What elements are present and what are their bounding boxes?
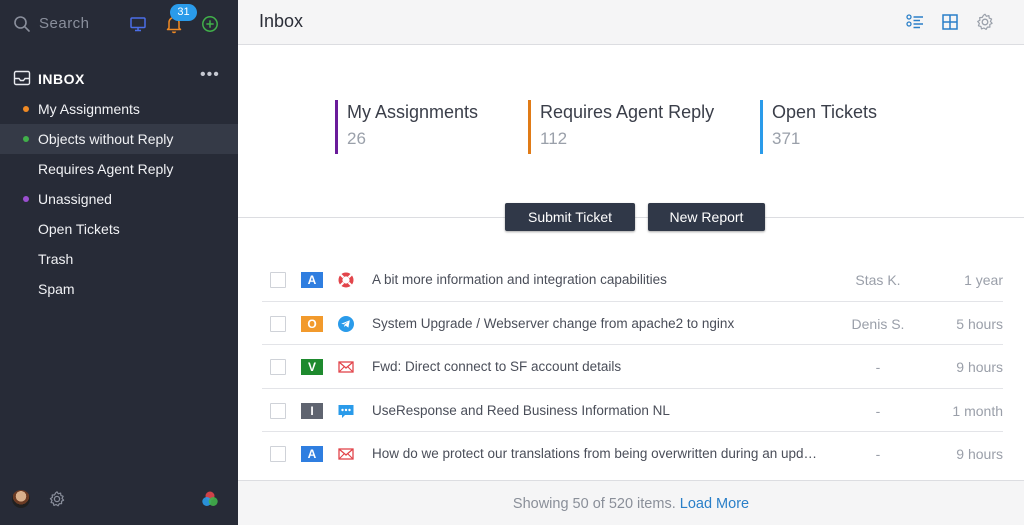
more-options-button[interactable]: ••• — [200, 66, 220, 84]
sidebar-item-label: Trash — [38, 251, 74, 267]
notification-badge[interactable]: 31 — [170, 4, 197, 21]
category-badge: O — [301, 315, 323, 332]
status-dot — [23, 106, 29, 112]
row-checkbox[interactable] — [270, 359, 286, 375]
ticket-subject[interactable]: UseResponse and Reed Business Informatio… — [372, 403, 817, 418]
inbox-title: INBOX — [38, 71, 85, 87]
stat-label: My Assignments — [347, 102, 479, 122]
ticket-time: 9 hours — [956, 446, 1003, 462]
sidebar-top-bar: Search 31 — [0, 0, 238, 48]
app-logo-icon — [202, 491, 218, 506]
inbox-filter-list: My Assignments Objects without Reply Requi… — [0, 94, 238, 304]
ticket-subject[interactable]: A bit more information and integration c… — [372, 272, 817, 287]
row-checkbox[interactable] — [270, 272, 286, 288]
inbox-icon — [13, 70, 31, 86]
ticket-time: 9 hours — [956, 359, 1003, 375]
ticket-subject[interactable]: System Upgrade / Webserver change from a… — [372, 316, 817, 331]
ticket-subject[interactable]: Fwd: Direct connect to SF account detail… — [372, 359, 817, 374]
table-row[interactable]: I UseResponse and Reed Business Informati… — [262, 389, 1003, 432]
ticket-time: 1 year — [964, 272, 1003, 288]
ticket-author: - — [875, 402, 881, 419]
sidebar-item-spam[interactable]: Spam — [0, 274, 238, 304]
category-badge: I — [301, 402, 323, 419]
email-icon — [337, 358, 355, 376]
sidebar-item-label: Unassigned — [38, 191, 112, 207]
stat-color-bar — [760, 100, 763, 154]
settings-icon[interactable] — [975, 12, 995, 32]
sidebar-item-unassigned[interactable]: Unassigned — [0, 184, 238, 214]
inbox-section-header: INBOX ••• — [0, 64, 238, 92]
ticket-subject[interactable]: How do we protect our translations from … — [372, 446, 817, 461]
page-title: Inbox — [259, 11, 304, 31]
telegram-icon — [337, 315, 355, 333]
list-view-icon[interactable] — [905, 12, 925, 32]
stat-label: Open Tickets — [772, 102, 878, 122]
sidebar-item-open-tickets[interactable]: Open Tickets — [0, 214, 238, 244]
status-dot — [23, 196, 29, 202]
sidebar-item-my-assignments[interactable]: My Assignments — [0, 94, 238, 124]
chat-icon — [337, 402, 355, 420]
search-input[interactable]: Search — [39, 15, 90, 32]
category-badge: A — [301, 272, 323, 288]
sidebar-item-trash[interactable]: Trash — [0, 244, 238, 274]
sidebar-item-label: My Assignments — [38, 101, 140, 117]
monitor-icon[interactable] — [129, 15, 147, 33]
stat-color-bar — [335, 100, 338, 154]
search-icon[interactable] — [13, 15, 31, 33]
stat-value: 112 — [540, 129, 568, 148]
stat-color-bar — [528, 100, 531, 154]
email-icon — [337, 445, 355, 463]
add-icon[interactable] — [201, 15, 219, 33]
stat-label: Requires Agent Reply — [540, 102, 715, 122]
stat-value: 26 — [347, 129, 366, 148]
ticket-author: - — [875, 359, 881, 375]
sidebar-item-label: Open Tickets — [38, 221, 120, 237]
pagination-footer: Showing 50 of 520 items. Load More — [238, 480, 1024, 525]
sidebar-item-label: Spam — [38, 281, 75, 297]
lifebuoy-icon — [337, 271, 355, 289]
status-dot — [23, 136, 29, 142]
grid-view-icon[interactable] — [940, 12, 960, 32]
table-row[interactable]: V Fwd: Direct connect to SF account detai… — [262, 345, 1003, 389]
category-badge: A — [301, 446, 323, 462]
ticket-list: A A bit more information and integration … — [262, 258, 1003, 476]
main-content: Inbox My Assignments 26 Requires Agent R… — [238, 0, 1024, 525]
ticket-author: - — [875, 446, 881, 462]
showing-count-text: Showing 50 of 520 items. — [512, 496, 676, 512]
submit-ticket-button[interactable]: Submit Ticket — [505, 203, 635, 231]
table-row[interactable]: O System Upgrade / Webserver change from … — [262, 302, 1003, 345]
ticket-time: 1 month — [952, 402, 1003, 419]
row-checkbox[interactable] — [270, 402, 286, 419]
stat-value: 371 — [772, 129, 801, 148]
ticket-author: Stas K. — [855, 272, 901, 288]
sidebar: Search 31 INBOX ••• My Assignments Object… — [0, 0, 238, 525]
new-report-button[interactable]: New Report — [648, 203, 765, 231]
table-row[interactable]: A How do we protect our translations from… — [262, 432, 1003, 476]
gear-icon[interactable] — [48, 490, 66, 508]
row-checkbox[interactable] — [270, 446, 286, 462]
sidebar-item-label: Objects without Reply — [38, 131, 174, 147]
top-bar: Inbox — [238, 0, 1024, 45]
stats-panel: My Assignments 26 Requires Agent Reply 1… — [238, 45, 1024, 218]
stat-open-tickets[interactable]: Open Tickets 371 — [760, 100, 877, 154]
sidebar-item-requires-agent-reply[interactable]: Requires Agent Reply — [0, 154, 238, 184]
stat-requires-agent-reply[interactable]: Requires Agent Reply 112 — [528, 100, 714, 154]
ticket-author: Denis S. — [851, 315, 905, 332]
table-row[interactable]: A A bit more information and integration … — [262, 258, 1003, 302]
sidebar-item-objects-without-reply[interactable]: Objects without Reply — [0, 124, 238, 154]
sidebar-item-label: Requires Agent Reply — [38, 161, 174, 177]
load-more-link[interactable]: Load More — [680, 496, 749, 512]
row-checkbox[interactable] — [270, 315, 286, 332]
avatar[interactable] — [12, 490, 30, 508]
sidebar-bottom-bar — [0, 479, 238, 525]
ticket-time: 5 hours — [956, 315, 1003, 332]
stat-my-assignments[interactable]: My Assignments 26 — [335, 100, 478, 154]
category-badge: V — [301, 359, 323, 375]
